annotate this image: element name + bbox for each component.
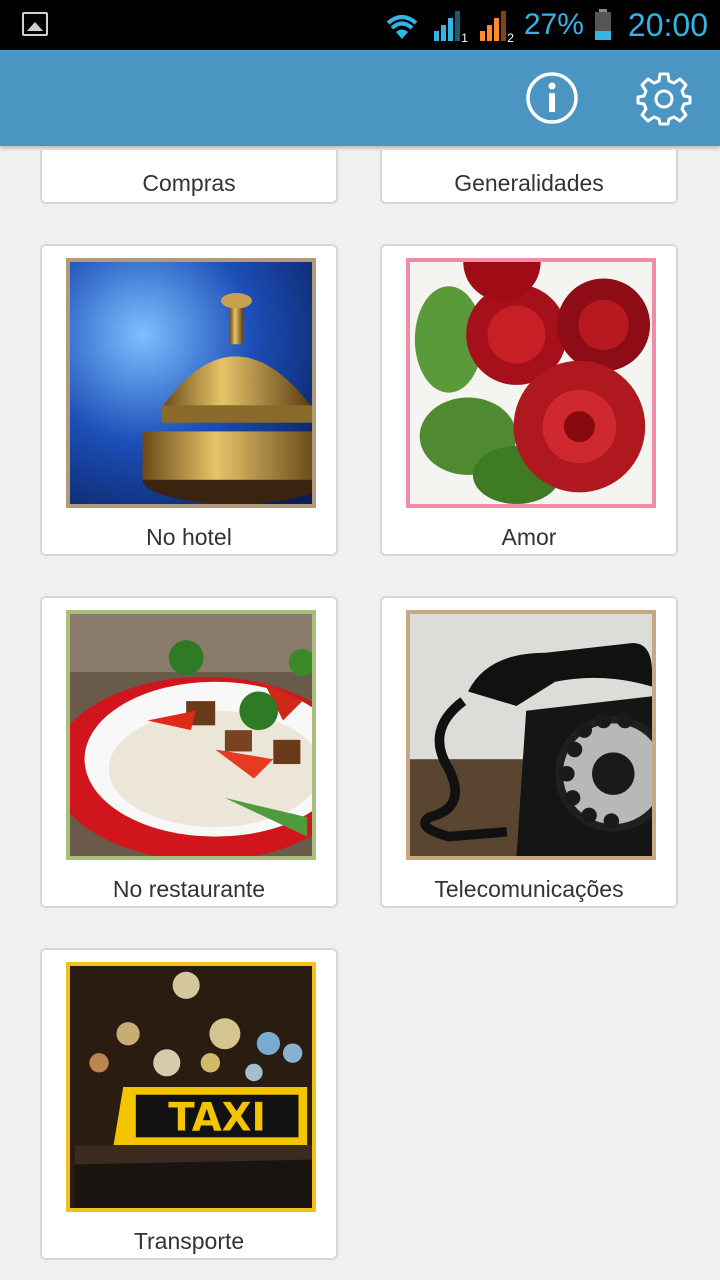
category-label: No restaurante [112,876,266,902]
gallery-notification-icon [22,12,48,36]
category-tile-compras[interactable]: Compras [40,150,338,204]
category-tile-amor[interactable]: Amor [380,244,678,556]
clock: 20:00 [627,6,708,43]
signal-sim1-icon: 1 [432,7,468,45]
sim1-number: 1 [461,31,468,45]
info-icon [526,72,578,124]
info-button[interactable] [524,70,580,126]
category-label: Transporte [133,1228,245,1254]
taxi-sign-image: TAXI [66,962,316,1212]
battery-percent: 27% [523,8,584,41]
category-tile-no-hotel[interactable]: No hotel [40,244,338,556]
battery-icon [594,9,611,40]
category-tile-telecomunicacoes[interactable]: Telecomunicações [380,596,678,908]
red-roses-image [406,258,656,508]
category-tile-generalidades[interactable]: Generalidades [380,150,678,204]
rotary-phone-image [406,610,656,860]
action-bar [0,50,720,146]
category-label: Compras [142,170,236,196]
taxi-sign-text: TAXI [168,1096,266,1141]
gear-icon [636,72,692,126]
signal-sim2-icon: 2 [478,7,514,45]
category-tile-no-restaurante[interactable]: No restaurante [40,596,338,908]
hotel-bell-image [66,258,316,508]
category-label: Amor [501,524,557,550]
sim2-number: 2 [507,31,514,45]
category-label: Telecomunicações [434,876,624,902]
category-label: No hotel [146,524,232,550]
wifi-icon [386,15,418,39]
settings-button[interactable] [636,70,692,126]
category-label: Generalidades [454,170,604,196]
status-bar: 1 2 27% 20:00 [0,0,720,50]
food-plate-image [66,610,316,860]
category-tile-transporte[interactable]: TAXI Transporte [40,948,338,1260]
